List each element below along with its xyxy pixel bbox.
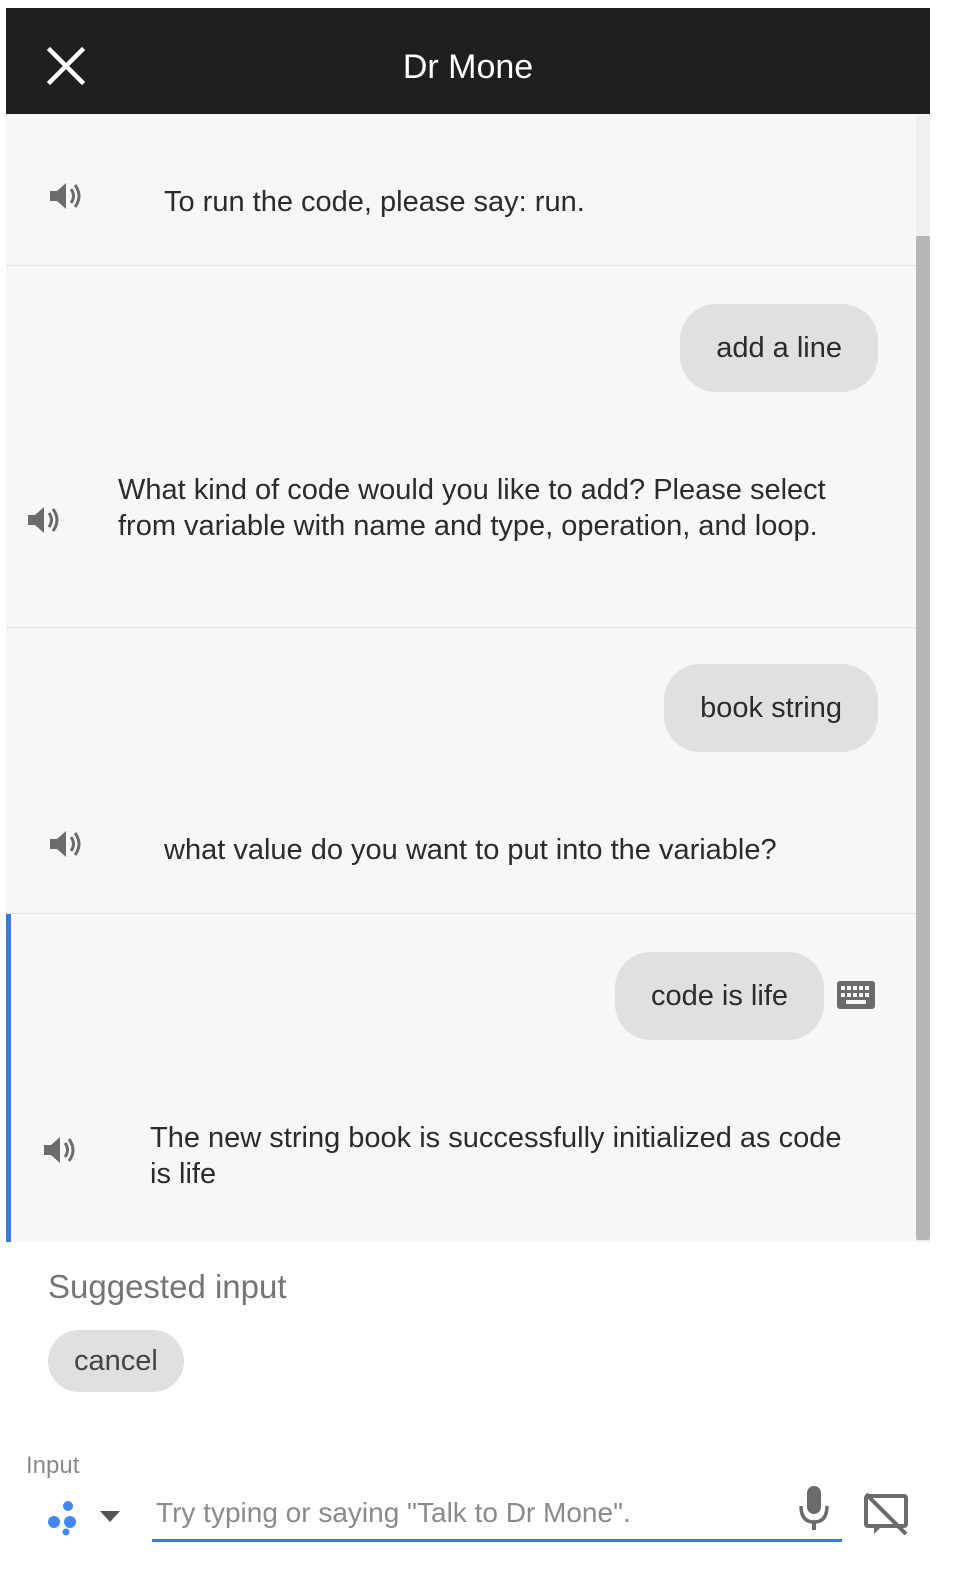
agent-message-text: what value do you want to put into the v… — [164, 834, 777, 866]
agent-message: To run the code, please say: run. — [6, 114, 916, 266]
agent-message: The new string book is successfully init… — [6, 1072, 916, 1242]
query-input[interactable] — [152, 1486, 842, 1542]
speaker-icon[interactable] — [40, 1130, 80, 1170]
agent-message-text: To run the code, please say: run. — [164, 186, 585, 218]
speaker-icon[interactable] — [24, 500, 64, 540]
header-bar: Dr Mone — [6, 8, 930, 114]
conversation-panel[interactable]: To run the code, please say: run. add a … — [6, 114, 930, 1242]
bottom-edge — [0, 1562, 972, 1596]
agent-message-text: The new string book is successfully init… — [150, 1122, 842, 1190]
scrollbar-thumb[interactable] — [916, 236, 930, 1240]
page-title: Dr Mone — [402, 48, 534, 86]
user-message-bubble: add a line — [680, 304, 878, 392]
agent-message: what value do you want to put into the v… — [6, 784, 916, 914]
speaker-icon[interactable] — [46, 824, 86, 864]
display-off-icon[interactable] — [862, 1490, 910, 1538]
suggestion-chip-cancel[interactable]: cancel — [48, 1330, 184, 1392]
microphone-icon[interactable] — [796, 1484, 832, 1532]
speaker-icon[interactable] — [46, 176, 86, 216]
assistant-dots-icon[interactable] — [46, 1496, 86, 1536]
keyboard-icon — [836, 980, 876, 1010]
suggested-input-label: Suggested input — [48, 1268, 287, 1305]
input-label: Input — [26, 1452, 80, 1479]
chevron-down-icon[interactable] — [98, 1508, 122, 1524]
agent-message-text: What kind of code would you like to add?… — [118, 474, 826, 542]
user-message-bubble: book string — [664, 664, 878, 752]
assistant-simulator-panel: Dr Mone To run the code, please say: run… — [0, 0, 972, 1596]
user-message-bubble: code is life — [614, 952, 824, 1040]
agent-message: What kind of code would you like to add?… — [6, 424, 916, 628]
